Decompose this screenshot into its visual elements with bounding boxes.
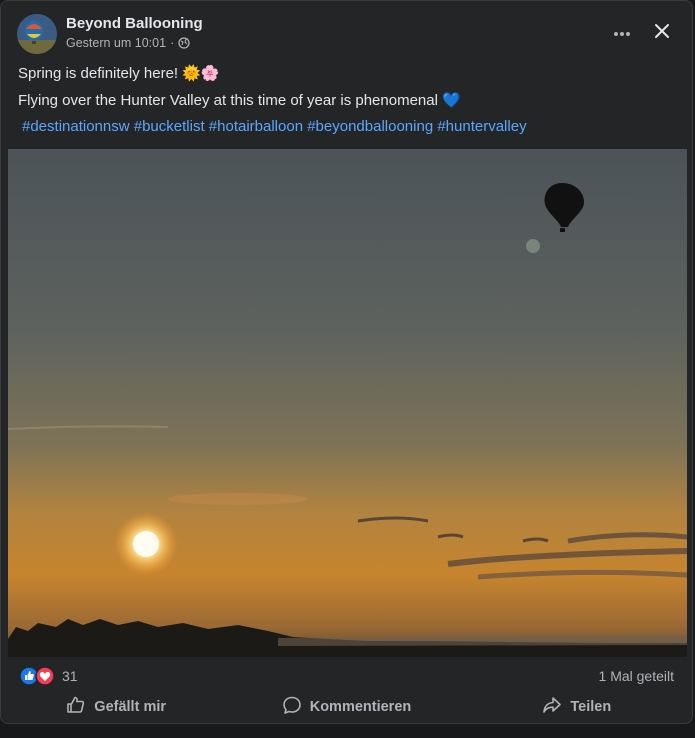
comment-button[interactable]: Kommentieren <box>231 691 461 723</box>
like-button[interactable]: Gefällt mir <box>1 691 231 723</box>
share-count[interactable]: 1 Mal geteilt <box>599 668 674 684</box>
share-label: Teilen <box>570 699 612 715</box>
hashtags: #destinationnsw #bucketlist #hotairballo… <box>22 118 527 135</box>
page-name[interactable]: Beyond Ballooning <box>66 15 203 32</box>
post-meta: Gestern um 10:01 · <box>66 36 190 50</box>
like-label: Gefällt mir <box>94 699 167 715</box>
comment-label: Kommentieren <box>309 699 412 715</box>
hashtag-huntervalley[interactable]: #huntervalley <box>437 118 526 135</box>
globe-icon <box>178 37 190 49</box>
post-photo[interactable] <box>8 149 687 657</box>
post-text-line-2: Flying over the Hunter Valley at this ti… <box>18 92 461 109</box>
post-header: Beyond Ballooning Gestern um 10:01 · <box>17 13 676 57</box>
share-button[interactable]: Teilen <box>462 691 692 723</box>
post-text-line-1: Spring is definitely here! 🌞🌸 <box>18 65 220 82</box>
post-card: Beyond Ballooning Gestern um 10:01 · Spr… <box>0 0 693 724</box>
thumbs-up-icon <box>66 695 86 719</box>
post-stats: 31 1 Mal geteilt <box>19 665 674 687</box>
close-icon <box>654 23 670 44</box>
hashtag-bucketlist[interactable]: #bucketlist <box>134 118 205 135</box>
hashtag-destinationnsw[interactable]: #destinationnsw <box>22 118 130 135</box>
hashtag-beyondballooning[interactable]: #beyondballooning <box>307 118 433 135</box>
meta-separator: · <box>170 36 175 50</box>
reaction-count[interactable]: 31 <box>62 668 78 684</box>
comment-bubble-icon <box>282 695 302 719</box>
share-arrow-icon <box>542 695 562 719</box>
close-button[interactable] <box>648 19 676 47</box>
action-bar: Gefällt mir Kommentieren Teilen <box>1 691 692 723</box>
page-avatar[interactable] <box>17 14 57 54</box>
more-horizontal-icon <box>613 24 631 42</box>
more-options-button[interactable] <box>608 19 636 47</box>
hashtag-hotairballoon[interactable]: #hotairballoon <box>209 118 303 135</box>
post-timestamp[interactable]: Gestern um 10:01 <box>66 36 166 50</box>
reaction-icons[interactable] <box>19 666 59 686</box>
